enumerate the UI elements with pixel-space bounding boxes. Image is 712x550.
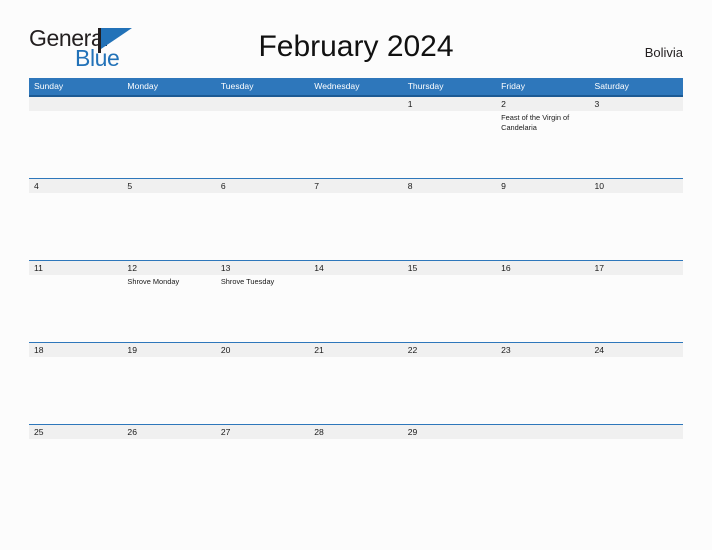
day-cell-6[interactable]: 6 [216,179,309,260]
day-cell-21[interactable]: 21 [309,343,402,424]
day-cell-11[interactable]: 11 [29,261,122,342]
day-cell-10[interactable]: 10 [590,179,683,260]
weekday-header-friday: Friday [501,81,525,91]
day-number: 19 [127,345,137,355]
week-cells: 1 2 Feast of the Virgin of Candelaria 3 [29,97,683,178]
day-number: 9 [501,181,506,191]
day-number: 24 [594,345,605,355]
day-cell-12[interactable]: 12 Shrove Monday [122,261,215,342]
weekday-header-saturday: Saturday [594,81,629,91]
day-events: Feast of the Virgin of Candelaria [501,111,589,132]
calendar-week-row: 1 2 Feast of the Virgin of Candelaria 3 [29,97,683,178]
day-cell-17[interactable]: 17 [590,261,683,342]
day-cell-empty [216,97,309,178]
day-cell-empty [590,425,683,506]
holiday-label: Shrove Tuesday [220,277,275,286]
day-cell-empty [309,97,402,178]
day-cell-15[interactable]: 15 [403,261,496,342]
weekday-header-tuesday: Tuesday [220,81,254,91]
calendar-grid: Sunday Monday Tuesday Wednesday Thursday Frid… [29,78,683,506]
page-title: February 2024 [258,30,454,63]
calendar-weeks: 1 2 Feast of the Virgin of Candelaria 3 4 5 6 7… [29,97,683,506]
day-number: 1 [407,99,413,109]
day-number: 16 [501,263,511,273]
day-cell-4[interactable]: 4 [29,179,122,260]
day-number: 18 [34,345,44,355]
day-events: Shrove Monday [127,275,215,287]
day-number: 6 [220,181,226,191]
day-number: 23 [501,345,511,355]
day-cell-24[interactable]: 24 [590,343,683,424]
day-cell-28[interactable]: 28 [309,425,402,506]
day-number: 3 [594,99,600,109]
day-number: 20 [220,345,231,355]
day-number: 11 [34,263,43,273]
week-cells: 4 5 6 7 8 9 10 [29,179,683,260]
day-number: 25 [34,427,44,437]
day-cell-empty [122,97,215,178]
weekday-header-sunday: Sunday [34,81,64,91]
day-cell-empty [29,97,122,178]
weekday-header-monday: Monday [127,81,158,91]
day-cell-27[interactable]: 27 [216,425,309,506]
day-cell-8[interactable]: 8 [403,179,496,260]
day-cell-14[interactable]: 14 [309,261,402,342]
day-cell-18[interactable]: 18 [29,343,122,424]
calendar-week-row: 18 19 20 21 22 23 24 [29,342,683,424]
day-cell-20[interactable]: 20 [216,343,309,424]
day-number: 27 [220,427,231,437]
day-number: 14 [314,263,324,273]
day-number: 15 [407,263,418,273]
week-cells: 25 26 27 28 29 [29,425,683,506]
day-number: 26 [127,427,137,437]
day-cell-13[interactable]: 13 Shrove Tuesday [216,261,309,342]
weekday-header-row: Sunday Monday Tuesday Wednesday Thursday Frid… [29,78,683,97]
day-cell-5[interactable]: 5 [122,179,215,260]
region-label: Bolivia [644,45,683,60]
calendar-week-row: 25 26 27 28 29 [29,424,683,506]
day-cell-empty [496,425,589,506]
day-cell-23[interactable]: 23 [496,343,589,424]
week-cells: 18 19 20 21 22 23 24 [29,343,683,424]
day-number: 22 [407,345,418,355]
day-number: 7 [314,181,320,191]
day-cell-22[interactable]: 22 [403,343,496,424]
day-events: Shrove Tuesday [221,275,309,287]
day-cell-25[interactable]: 25 [29,425,122,506]
day-number: 10 [594,181,605,191]
day-number: 29 [407,427,418,437]
day-cell-29[interactable]: 29 [403,425,496,506]
day-cell-1[interactable]: 1 [403,97,496,178]
day-cell-19[interactable]: 19 [122,343,215,424]
weekday-header-thursday: Thursday [407,81,444,91]
day-number: 8 [407,181,413,191]
day-number: 4 [34,181,39,191]
day-number: 13 [220,263,231,273]
day-cell-9[interactable]: 9 [496,179,589,260]
calendar-week-row: 11 12 Shrove Monday 13 Shrove Tuesday 14 15 16 1… [29,260,683,342]
day-cell-26[interactable]: 26 [122,425,215,506]
day-number: 21 [314,345,324,355]
day-cell-2[interactable]: 2 Feast of the Virgin of Candelaria [496,97,589,178]
day-cell-16[interactable]: 16 [496,261,589,342]
day-cell-7[interactable]: 7 [309,179,402,260]
holiday-label: Shrove Monday [127,277,180,286]
week-cells: 11 12 Shrove Monday 13 Shrove Tuesday 14 15 16 1… [29,261,683,342]
calendar-week-row: 4 5 6 7 8 9 10 [29,178,683,260]
holiday-label: Feast of the Virgin of Candelaria [501,113,570,132]
page-header: General Blue February 2024 Bolivia [0,0,712,78]
day-number: 5 [127,181,133,191]
day-number: 28 [314,427,324,437]
day-cell-3[interactable]: 3 [590,97,683,178]
day-number: 12 [127,263,137,273]
day-number: 2 [501,99,506,109]
day-number: 17 [594,263,605,273]
weekday-header-wednesday: Wednesday [314,81,360,91]
